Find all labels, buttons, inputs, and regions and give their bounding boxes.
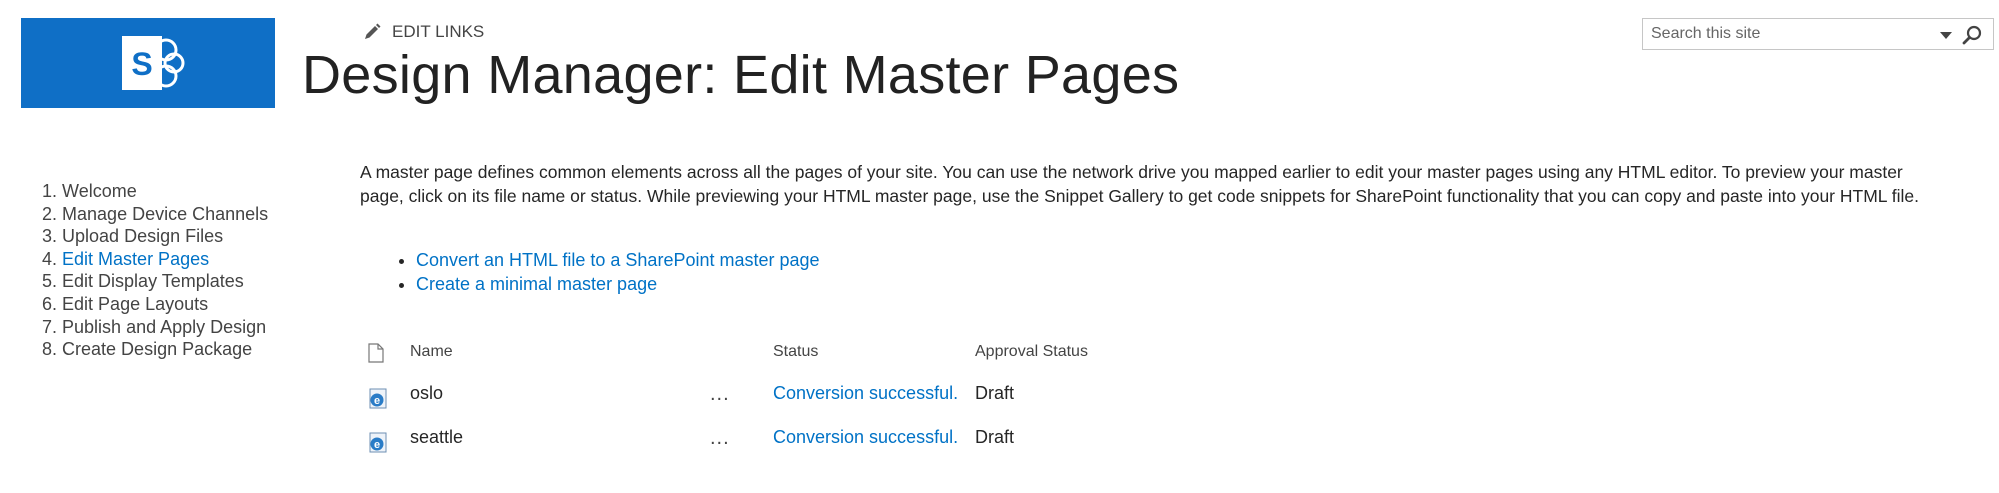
logo-letter: S <box>131 46 152 82</box>
pencil-icon <box>365 23 381 39</box>
search-icon[interactable] <box>1961 24 1983 46</box>
step-welcome[interactable]: 1. Welcome <box>42 180 268 203</box>
chevron-down-icon[interactable] <box>1939 30 1953 40</box>
search-input[interactable] <box>1651 19 1921 49</box>
svg-text:e: e <box>374 439 380 451</box>
edit-links-button[interactable]: EDIT LINKS <box>362 22 484 42</box>
design-manager-steps: 1. Welcome 2. Manage Device Channels 3. … <box>42 180 268 361</box>
step-publish-and-apply-design[interactable]: 7. Publish and Apply Design <box>42 316 268 339</box>
html-file-icon: e <box>369 432 387 453</box>
step-upload-design-files[interactable]: 3. Upload Design Files <box>42 225 268 248</box>
status-link[interactable]: Conversion successful. <box>773 427 958 448</box>
more-options-button[interactable]: ... <box>710 383 730 406</box>
search-box[interactable] <box>1642 18 1994 50</box>
action-links: Convert an HTML file to a SharePoint mas… <box>396 248 820 296</box>
step-edit-display-templates[interactable]: 5. Edit Display Templates <box>42 270 268 293</box>
approval-status: Draft <box>975 383 1015 403</box>
step-manage-device-channels[interactable]: 2. Manage Device Channels <box>42 203 268 226</box>
sharepoint-logo-icon: S <box>122 36 185 90</box>
approval-status: Draft <box>975 427 1015 447</box>
html-file-icon: e <box>369 388 387 409</box>
file-name-oslo[interactable]: oslo <box>410 383 443 404</box>
edit-links-label: EDIT LINKS <box>392 22 485 41</box>
table-row: e oslo ... Conversion successful. Draft <box>360 383 1260 423</box>
page-title: Design Manager: Edit Master Pages <box>302 45 1180 105</box>
file-name-seattle[interactable]: seattle <box>410 427 463 448</box>
step-edit-page-layouts[interactable]: 6. Edit Page Layouts <box>42 293 268 316</box>
list-item: Convert an HTML file to a SharePoint mas… <box>416 248 820 272</box>
document-type-icon <box>368 343 384 363</box>
column-header-approval-status[interactable]: Approval Status <box>975 343 1088 361</box>
column-header-status[interactable]: Status <box>773 343 818 361</box>
sharepoint-logo[interactable]: S <box>21 18 275 108</box>
create-minimal-master-page-link[interactable]: Create a minimal master page <box>416 274 657 294</box>
svg-text:e: e <box>374 395 380 407</box>
list-item: Create a minimal master page <box>416 272 820 296</box>
column-header-name[interactable]: Name <box>410 343 453 361</box>
status-link[interactable]: Conversion successful. <box>773 383 958 404</box>
table-row: e seattle ... Conversion successful. Dra… <box>360 427 1260 467</box>
more-options-button[interactable]: ... <box>710 427 730 450</box>
step-create-design-package[interactable]: 8. Create Design Package <box>42 338 268 361</box>
intro-text: A master page defines common elements ac… <box>360 162 1919 206</box>
step-edit-master-pages[interactable]: 4. Edit Master Pages <box>42 248 268 271</box>
convert-html-link[interactable]: Convert an HTML file to a SharePoint mas… <box>416 250 820 270</box>
